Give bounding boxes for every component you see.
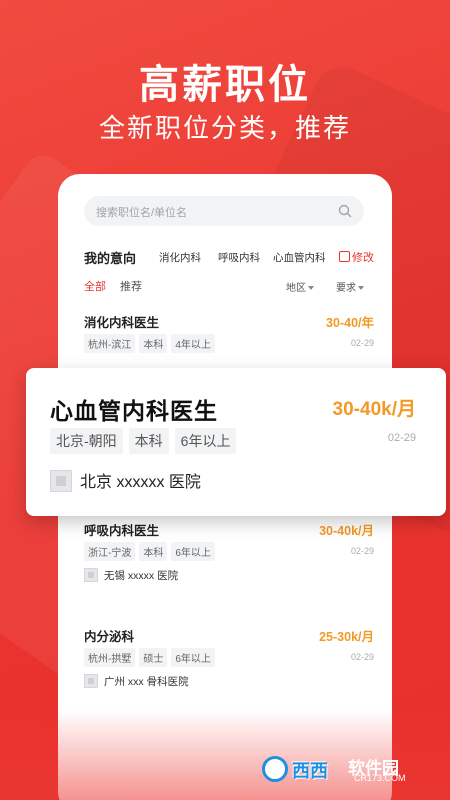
watermark-url: CR173.COM [354, 773, 406, 783]
search-bar[interactable]: 搜索职位名/单位名 [84, 196, 364, 226]
filter-region[interactable]: 地区 [286, 279, 314, 294]
featured-job-card[interactable]: 心血管内科医生 30-40k/月 北京-朝阳 本科 6年以上 02-29 北京 xx… [26, 368, 446, 516]
modify-label: 修改 [352, 252, 374, 264]
job-tag: 杭州-拱墅 [84, 648, 136, 667]
featured-job-date: 02-29 [387, 432, 416, 444]
search-placeholder: 搜索职位名/单位名 [96, 207, 188, 219]
job-tag: 北京-朝阳 [50, 428, 123, 454]
watermark-text: 西西 [292, 761, 328, 781]
hospital-icon [84, 568, 98, 582]
hero-subtitle: 全新职位分类，推荐 [98, 113, 351, 143]
job-tag: 4年以上 [171, 334, 215, 353]
tab-recommend[interactable]: 推荐 [120, 278, 142, 294]
job-tag: 本科 [128, 428, 169, 454]
hero-title: 高薪职位 [139, 63, 311, 107]
job-date: 02-29 [350, 652, 374, 662]
watermark-logo-icon [262, 756, 288, 782]
hospital-icon [84, 674, 98, 688]
job-salary: 25-30k/月 [319, 630, 374, 644]
intent-item[interactable]: 消化内科 [159, 250, 201, 265]
tabs-row: 全部 推荐 地区 要求 [84, 278, 374, 294]
job-title: 内分泌科 [84, 630, 135, 644]
job-tags: 杭州-滨江 本科 4年以上 [84, 334, 219, 353]
job-tags: 杭州-拱墅 硕士 6年以上 [84, 648, 219, 667]
featured-job-tags: 北京-朝阳 本科 6年以上 [50, 428, 242, 454]
intent-item[interactable]: 呼吸内科 [218, 250, 260, 265]
job-company-name: 无锡 xxxxx 医院 [104, 570, 179, 582]
filter-requirements[interactable]: 要求 [336, 279, 364, 294]
intent-item[interactable]: 心血管内科 [273, 250, 326, 265]
dropdown-icon [308, 286, 314, 290]
job-salary: 30-40k/月 [319, 524, 374, 538]
search-icon[interactable] [338, 204, 352, 218]
job-date: 02-29 [350, 338, 374, 348]
job-tag: 本科 [139, 334, 168, 353]
featured-job-company-name: 北京 xxxxxx 医院 [80, 474, 201, 491]
job-tag: 硕士 [139, 648, 168, 667]
watermark: 西西 软件园 CR173.COM [262, 754, 432, 784]
intent-row: 我的意向 消化内科 呼吸内科 心血管内科 修改 [84, 248, 374, 266]
job-title: 消化内科医生 [84, 316, 160, 330]
job-title: 呼吸内科医生 [84, 524, 160, 538]
intent-label: 我的意向 [84, 251, 137, 266]
job-tag: 浙江-宁波 [84, 542, 136, 561]
job-tag: 6年以上 [171, 542, 215, 561]
tab-all[interactable]: 全部 [84, 278, 106, 294]
hospital-icon [50, 470, 72, 492]
featured-job-salary: 30-40k/月 [332, 399, 416, 420]
job-tag: 杭州-滨江 [84, 334, 136, 353]
job-tag: 本科 [139, 542, 168, 561]
filter-requirements-label: 要求 [336, 283, 356, 294]
job-tags: 浙江-宁波 本科 6年以上 [84, 542, 219, 561]
job-company: 广州 xxx 骨科医院 [84, 674, 189, 689]
filter-region-label: 地区 [286, 283, 306, 294]
featured-job-title: 心血管内科医生 [50, 398, 218, 424]
job-tag: 6年以上 [174, 428, 237, 454]
job-date: 02-29 [350, 546, 374, 556]
featured-job-company: 北京 xxxxxx 医院 [50, 468, 201, 492]
job-salary: 30-40/年 [326, 316, 374, 330]
edit-icon [339, 251, 350, 262]
job-company-name: 广州 xxx 骨科医院 [104, 676, 189, 688]
dropdown-icon [358, 286, 364, 290]
modify-button[interactable]: 修改 [339, 249, 374, 265]
job-tag: 6年以上 [171, 648, 215, 667]
job-company: 无锡 xxxxx 医院 [84, 568, 178, 583]
